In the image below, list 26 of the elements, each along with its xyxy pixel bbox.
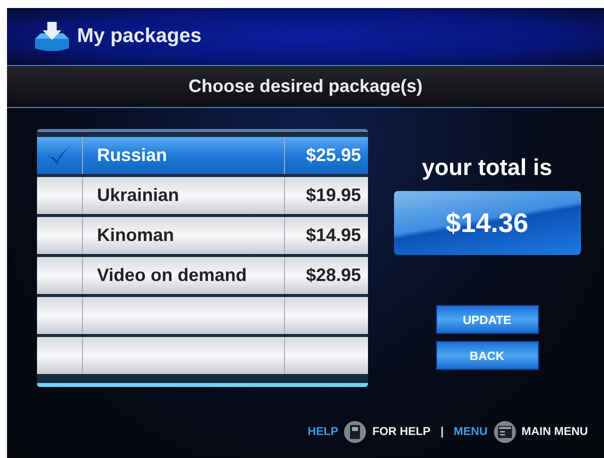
subheader-text: Choose desired package(s) <box>188 76 423 97</box>
package-price: $28.95 <box>306 265 361 286</box>
package-row[interactable]: Ukrainian $19.95 <box>37 177 368 214</box>
package-name: Russian <box>97 145 168 166</box>
total-label: your total is <box>422 154 552 181</box>
package-row[interactable] <box>37 337 368 374</box>
footer-hint: FOR HELP <box>372 426 430 438</box>
remote-key-label: HELP <box>308 426 338 438</box>
package-row[interactable]: Video on demand $28.95 <box>37 257 368 294</box>
total-amount: $14.36 <box>394 191 580 255</box>
screen-title: My packages <box>77 25 202 48</box>
package-price: $25.95 <box>306 145 361 166</box>
footer-hint: MAIN MENU <box>522 426 588 438</box>
remote-key-label: MENU <box>454 426 488 438</box>
notebook-icon <box>344 421 366 443</box>
package-price: $14.95 <box>306 225 361 246</box>
package-row[interactable] <box>37 297 368 334</box>
checkmark-icon <box>46 144 72 168</box>
package-name: Kinoman <box>97 225 174 246</box>
package-name: Ukrainian <box>97 185 180 206</box>
package-row[interactable]: Kinoman $14.95 <box>37 217 368 254</box>
separator: | <box>440 426 444 438</box>
package-row[interactable]: Russian $25.95 <box>37 137 368 174</box>
package-price: $19.95 <box>306 185 361 206</box>
package-name: Video on demand <box>97 265 247 286</box>
menu-window-icon <box>494 421 516 443</box>
